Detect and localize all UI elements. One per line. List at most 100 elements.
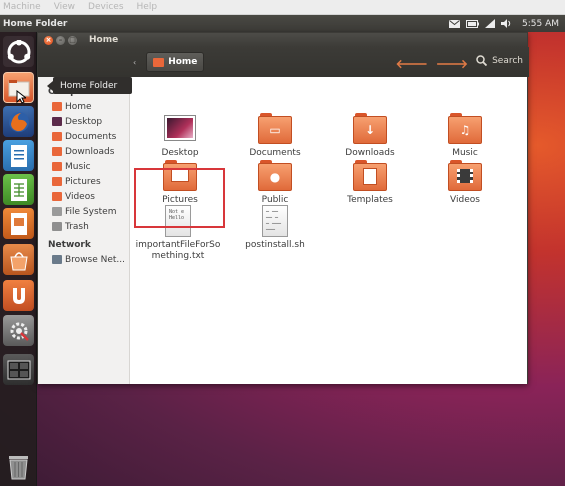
sidebar-item-home[interactable]: Home [38,99,129,114]
window-title: Home [89,35,119,45]
file-label: Documents [249,148,301,158]
templates-folder-icon [353,160,387,192]
file-label: Videos [450,195,480,205]
script-file-icon: ━ ━━ ━━ ━ ━ ━━━ ━━━ [258,205,292,237]
vm-menu-devices[interactable]: Devices [88,2,123,12]
dash-button[interactable] [3,36,34,67]
file-label: importantFileForSo mething.txt [135,240,221,261]
music-folder-icon [52,162,62,171]
sidebar-item-label: Browse Net... [65,254,126,265]
sidebar-item-label: Desktop [65,116,103,127]
search-button[interactable]: Search [476,55,523,66]
back-arrow-icon[interactable]: 🡐 [396,56,428,71]
toolbar: ‹ Home 🡐 🡒 Search [38,47,529,77]
home-folder-icon [153,57,165,67]
calc-launcher[interactable] [3,174,34,205]
file-item-public[interactable]: ● Public [233,160,317,206]
libreoffice-writer-icon [10,144,27,167]
downloads-folder-icon [52,147,62,156]
top-panel-title: Home Folder [3,18,68,29]
vm-menubar: Machine View Devices Help [0,0,565,15]
file-item-documents[interactable]: ▭ Documents [233,113,317,159]
vm-menu-view[interactable]: View [54,2,75,12]
file-item-templates[interactable]: Templates [328,160,412,206]
documents-folder-icon [52,132,62,141]
mail-icon[interactable] [449,19,460,28]
writer-launcher[interactable] [3,140,34,171]
network-icon[interactable] [485,19,495,28]
videos-folder-icon [448,160,482,192]
firefox-launcher[interactable] [3,106,34,137]
search-label: Search [492,55,523,66]
sidebar-item-trash[interactable]: Trash [38,219,129,234]
file-label: Desktop [161,148,199,158]
file-item-downloads[interactable]: ↓ Downloads [328,113,412,159]
ubuntu-logo-icon [7,39,30,63]
sidebar-item-downloads[interactable]: Downloads [38,144,129,159]
file-item-music[interactable]: ♫ Music [423,113,507,159]
ubuntu-one-launcher[interactable] [3,280,34,311]
music-folder-icon: ♫ [448,113,482,145]
search-icon [476,55,488,66]
window-titlebar[interactable]: × – □ Home [38,33,527,47]
sidebar-item-label: Documents [65,131,117,142]
drive-icon [52,207,62,216]
system-settings-launcher[interactable] [3,315,34,346]
window-maximize-button[interactable]: □ [68,35,77,45]
downloads-folder-icon: ↓ [353,113,387,145]
vm-menu-help[interactable]: Help [137,2,158,12]
window-minimize-button[interactable]: – [56,35,65,45]
desktop-icon [52,117,62,126]
network-icon [52,255,62,264]
ubuntu-one-icon [12,287,25,304]
sidebar-item-file-system[interactable]: File System [38,204,129,219]
sidebar-item-label: Pictures [65,176,101,187]
launcher-tooltip: Home Folder [47,77,132,94]
navigation-buttons: 🡐 🡒 [396,56,476,71]
file-item-videos[interactable]: Videos [423,160,507,206]
sidebar: Computer Home Desktop Documents Download… [38,77,130,384]
path-scroll-left-icon[interactable]: ‹ [133,58,136,67]
sidebar-item-label: Home [65,101,92,112]
selection-highlight-box [134,168,225,228]
pictures-folder-icon [52,177,62,186]
mouse-cursor-icon [16,90,26,104]
sidebar-item-browse-network[interactable]: Browse Net... [38,252,129,267]
software-center-launcher[interactable] [3,244,34,275]
battery-icon[interactable] [466,19,479,28]
trash-icon [52,222,62,231]
sidebar-heading-network: Network [48,240,91,250]
sidebar-item-music[interactable]: Music [38,159,129,174]
sidebar-item-pictures[interactable]: Pictures [38,174,129,189]
top-panel: Home Folder 5:55 AM [0,15,565,32]
sidebar-item-videos[interactable]: Videos [38,189,129,204]
file-item-desktop[interactable]: Desktop [138,113,222,159]
sidebar-item-label: Music [65,161,91,172]
trash-icon[interactable] [5,452,32,480]
breadcrumb-home[interactable]: Home [146,52,205,72]
desktop-icon [163,113,197,145]
sidebar-item-label: Trash [65,221,89,232]
libreoffice-impress-icon [10,212,27,235]
sidebar-item-desktop[interactable]: Desktop [38,114,129,129]
file-label: Downloads [345,148,395,158]
volume-icon[interactable] [501,19,512,28]
breadcrumb-label: Home [168,57,198,67]
public-folder-icon: ● [258,160,292,192]
sidebar-item-label: Videos [65,191,95,202]
file-view: Desktop ▭ Documents ↓ Downloads ♫ Music … [130,77,527,384]
file-label: Templates [347,195,393,205]
forward-arrow-icon[interactable]: 🡒 [436,56,468,71]
sidebar-item-documents[interactable]: Documents [38,129,129,144]
clock[interactable]: 5:55 AM [522,19,559,29]
file-label: Music [452,148,478,158]
home-folder-icon [52,102,62,111]
documents-folder-icon: ▭ [258,113,292,145]
vm-menu-machine[interactable]: Machine [3,2,41,12]
impress-launcher[interactable] [3,208,34,239]
settings-icon [10,322,29,341]
file-item-postinstall-sh[interactable]: ━ ━━ ━━ ━ ━ ━━━ ━━━ postinstall.sh [233,205,317,251]
workspace-switcher-launcher[interactable] [3,354,34,385]
videos-folder-icon [52,192,62,201]
window-close-button[interactable]: × [44,35,53,45]
